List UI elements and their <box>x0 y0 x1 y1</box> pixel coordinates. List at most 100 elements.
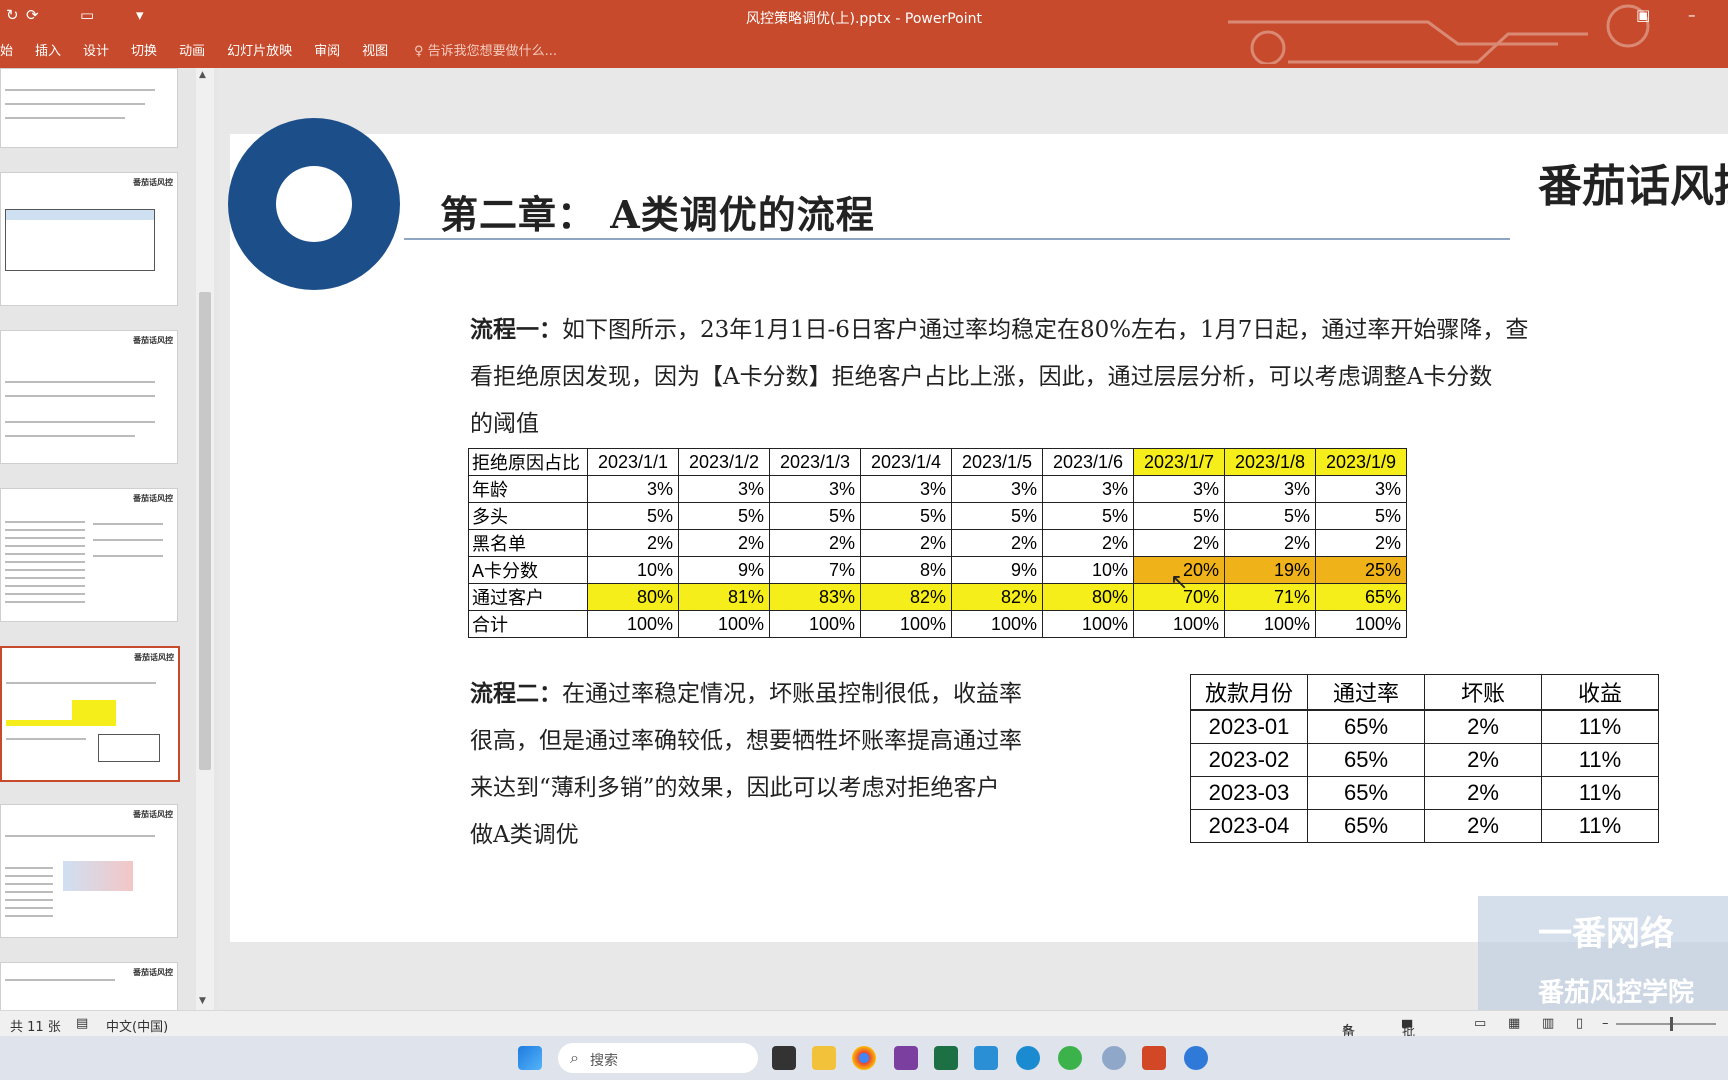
table-cell: 2% <box>769 529 861 557</box>
slide-title: 第二章： A类调优的流程 <box>440 192 875 237</box>
table-cell: 5% <box>1224 502 1316 530</box>
task-view-icon[interactable] <box>772 1046 796 1070</box>
table-cell: 19% <box>1224 556 1316 584</box>
excel-icon[interactable] <box>934 1046 958 1070</box>
table-cell: 2% <box>1042 529 1134 557</box>
tab-design[interactable]: 设计 <box>83 40 109 59</box>
slide-thumbnail[interactable]: 番茄话风控 <box>0 488 178 622</box>
tab-view[interactable]: 视图 <box>362 40 388 59</box>
watermark: 一番网络 番茄风控学院 <box>1478 896 1728 1016</box>
slide-thumbnail[interactable] <box>0 68 178 148</box>
status-bar: 共 11 张 ▤ 中文(中国) ≐ 备注 ▀ 批注 ▭ ▦ ▥ ▯ – <box>0 1010 1728 1059</box>
language-indicator[interactable]: 中文(中国) <box>106 1016 168 1035</box>
header-cell: 2023/1/2 <box>678 448 770 476</box>
normal-view-icon[interactable]: ▭ <box>1474 1016 1486 1031</box>
scroll-up-icon[interactable]: ▲ <box>199 70 206 80</box>
onenote-icon[interactable] <box>894 1046 918 1070</box>
tab-slideshow[interactable]: 幻灯片放映 <box>227 40 292 59</box>
tell-me-box[interactable]: ♀ 告诉我您想要做什么... <box>414 40 557 59</box>
thumb-text-line <box>5 89 155 91</box>
minimize-button[interactable]: – <box>1688 6 1696 24</box>
tell-me-label: 告诉我您想要做什么... <box>427 44 558 59</box>
chrome-icon[interactable] <box>852 1046 876 1070</box>
thumb-text-line <box>5 103 145 105</box>
table-cell: 10% <box>587 556 679 584</box>
thumb-brand: 番茄话风控 <box>133 968 173 977</box>
ring-hole <box>276 166 352 242</box>
scrollbar-thumb[interactable] <box>199 292 211 770</box>
tab-review[interactable]: 审阅 <box>314 40 340 59</box>
powerpoint-icon[interactable] <box>1142 1046 1166 1070</box>
table-row: 通过客户 80% 81% 83% 82% 82% 80% 70% 71% 65% <box>468 583 1407 611</box>
table-cell: 65% <box>1315 583 1407 611</box>
tab-insert[interactable]: 插入 <box>35 40 61 59</box>
header-cell: 2023/1/1 <box>587 448 679 476</box>
table-cell: 3% <box>1315 475 1407 503</box>
table-cell: 2% <box>1424 743 1542 777</box>
thumb-text-line <box>5 979 115 981</box>
reading-view-icon[interactable]: ▥ <box>1542 1016 1554 1031</box>
table-cell: 9% <box>678 556 770 584</box>
table-header-row: 拒绝原因占比 2023/1/1 2023/1/2 2023/1/3 2023/1… <box>468 448 1407 476</box>
thumbnail-scrollbar[interactable]: ▲ ▼ <box>196 68 214 1010</box>
table-cell: 82% <box>860 583 952 611</box>
thumb-brand: 番茄话风控 <box>133 494 173 503</box>
thumb-table-highlight <box>6 720 116 726</box>
thumb-brand: 番茄话风控 <box>134 653 174 662</box>
slide-thumbnail[interactable]: 番茄话风控 <box>0 172 178 306</box>
spellcheck-icon[interactable]: ▤ <box>76 1016 88 1031</box>
thumb-text-line <box>5 435 135 437</box>
zoom-slider[interactable] <box>1616 1017 1716 1031</box>
ribbon-display-button[interactable]: ▣ <box>1636 6 1650 24</box>
edge-icon[interactable] <box>1016 1046 1040 1070</box>
slide-thumbnail-selected[interactable]: 番茄话风控 <box>0 646 180 782</box>
table-cell: 5% <box>1133 502 1225 530</box>
row-label: 通过客户 <box>468 583 588 611</box>
app-icon[interactable] <box>1184 1046 1208 1070</box>
table-cell: 83% <box>769 583 861 611</box>
zoom-slider-handle[interactable] <box>1670 1017 1673 1031</box>
table-cell: 2023-02 <box>1190 743 1308 777</box>
table-cell: 5% <box>860 502 952 530</box>
file-explorer-icon[interactable] <box>812 1046 836 1070</box>
table-cell: 11% <box>1541 709 1659 744</box>
rejection-reason-table: 拒绝原因占比 2023/1/1 2023/1/2 2023/1/3 2023/1… <box>468 448 1407 638</box>
watermark-line: 番茄风控学院 <box>1538 978 1695 1008</box>
table-cell: 5% <box>951 502 1043 530</box>
vscode-icon[interactable] <box>974 1046 998 1070</box>
zoom-out-icon[interactable]: – <box>1602 1016 1609 1031</box>
slideshow-view-icon[interactable]: ▯ <box>1576 1016 1583 1031</box>
start-icon[interactable] <box>518 1046 542 1070</box>
tab-animations[interactable]: 动画 <box>179 40 205 59</box>
table-cell: 3% <box>1042 475 1134 503</box>
slide-thumbnail[interactable]: 番茄话风控 <box>0 330 178 464</box>
table-cell: 100% <box>1224 610 1316 638</box>
process-two-line: 在通过率稳定情况，坏账虽控制很低，收益率 <box>562 681 1022 707</box>
table-cell: 9% <box>951 556 1043 584</box>
header-cell: 拒绝原因占比 <box>468 448 588 476</box>
tab-home[interactable]: 始 <box>0 40 13 59</box>
scroll-down-icon[interactable]: ▼ <box>199 996 206 1006</box>
table-cell: 3% <box>678 475 770 503</box>
slide-sorter-icon[interactable]: ▦ <box>1508 1016 1520 1031</box>
brand-text: 番茄话风控 <box>1538 161 1728 212</box>
table-cell: 10% <box>1042 556 1134 584</box>
thumb-brand: 番茄话风控 <box>133 178 173 187</box>
table-cell: 82% <box>951 583 1043 611</box>
slide-thumbnail[interactable]: 番茄话风控 <box>0 804 178 938</box>
tab-transitions[interactable]: 切换 <box>131 40 157 59</box>
table-cell: 100% <box>951 610 1043 638</box>
table-cell: 3% <box>769 475 861 503</box>
table-cell: 3% <box>1224 475 1316 503</box>
table-cell: 11% <box>1541 743 1659 777</box>
app-icon[interactable] <box>1102 1046 1126 1070</box>
taskbar-search[interactable]: ⌕ 搜索 <box>558 1043 758 1073</box>
table-cell: 11% <box>1541 809 1659 843</box>
thumb-brand: 番茄话风控 <box>133 336 173 345</box>
table-row: 2023-01 65% 2% 11% <box>1190 709 1659 744</box>
table-cell: 100% <box>587 610 679 638</box>
slide-thumbnail[interactable]: 番茄话风控 <box>0 962 178 1012</box>
wechat-icon[interactable] <box>1058 1046 1082 1070</box>
process-one-paragraph: 流程一：如下图所示，23年1月1日-6日客户通过率均稳定在80%左右，1月7日起… <box>470 306 1630 448</box>
table-cell: 5% <box>678 502 770 530</box>
